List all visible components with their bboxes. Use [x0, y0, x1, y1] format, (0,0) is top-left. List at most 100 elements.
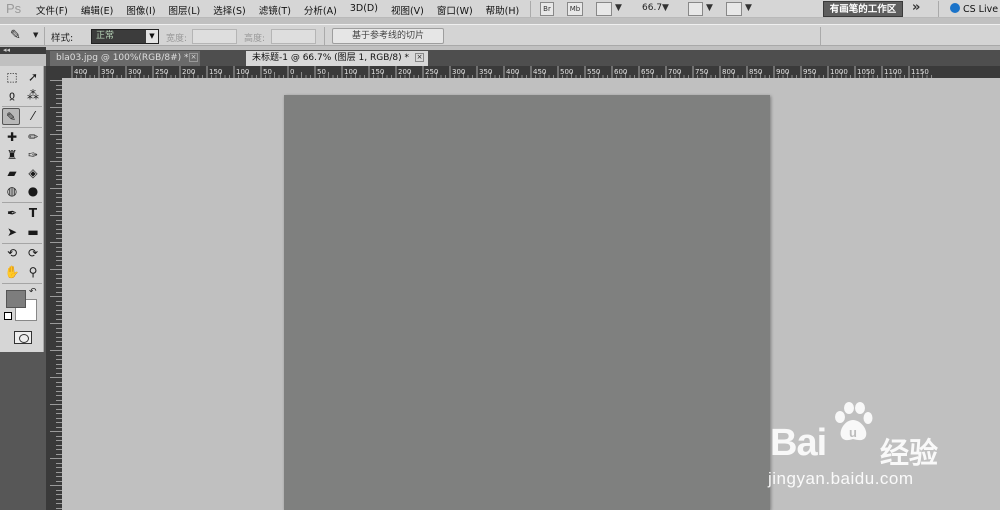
- menu-edit[interactable]: 编辑(E): [81, 3, 113, 17]
- menu-filter[interactable]: 滤镜(T): [259, 3, 291, 17]
- document-canvas[interactable]: [284, 95, 770, 510]
- bridge-button[interactable]: Br: [540, 2, 554, 16]
- menu-layer[interactable]: 图层(L): [169, 3, 201, 17]
- watermark-url: jingyan.baidu.com: [768, 469, 914, 488]
- tool-separator: [2, 202, 42, 203]
- chevron-down-icon[interactable]: ▼: [662, 3, 669, 13]
- brush-tool-icon[interactable]: ✏: [24, 129, 42, 146]
- ruler-label: 100: [344, 68, 357, 76]
- screen-mode-button[interactable]: [726, 2, 742, 16]
- ruler-minor-tick: [50, 107, 62, 108]
- toolbox-collapse-button[interactable]: ◂◂: [0, 47, 46, 54]
- history-brush-tool-icon[interactable]: ✑: [24, 147, 42, 164]
- ruler-minor-tick: [50, 458, 62, 459]
- tool-preset-caret-icon[interactable]: ▼: [33, 31, 38, 39]
- foreground-color-swatch[interactable]: [6, 290, 26, 308]
- ruler-minor-tick: [50, 377, 62, 378]
- magic-wand-tool-icon[interactable]: ⁂: [24, 87, 42, 104]
- workspace-button[interactable]: 有画笔的工作区: [823, 1, 903, 17]
- slice-tool-icon[interactable]: ✎: [2, 108, 20, 125]
- mini-bridge-button[interactable]: Mb: [567, 2, 583, 16]
- ruler-minor-tick: [50, 134, 62, 135]
- menu-image[interactable]: 图像(I): [126, 3, 155, 17]
- move-tool-icon[interactable]: ➚: [24, 69, 42, 86]
- type-tool-icon[interactable]: T: [24, 205, 42, 222]
- healing-brush-tool-icon[interactable]: ✚: [3, 129, 21, 146]
- tool-separator: [2, 106, 42, 107]
- tab-document-bla03[interactable]: bla03.jpg @ 100%(RGB/8#) *: [50, 51, 200, 66]
- menu-view[interactable]: 视图(V): [391, 3, 424, 17]
- cs-live-button[interactable]: CS Live: [950, 3, 998, 15]
- view-extras-button[interactable]: [596, 2, 612, 16]
- default-colors-icon[interactable]: [4, 312, 12, 320]
- height-label: 高度:: [244, 34, 266, 44]
- ruler-minor-tick: [50, 323, 62, 324]
- options-separator: [324, 27, 325, 45]
- photoshop-logo: Ps: [6, 1, 22, 16]
- menu-window[interactable]: 窗口(W): [437, 3, 473, 17]
- tool-separator: [2, 127, 42, 128]
- slices-from-guides-button[interactable]: 基于参考线的切片: [332, 28, 444, 44]
- chevron-down-icon[interactable]: ▼: [706, 3, 713, 13]
- menu-separator: [938, 1, 939, 17]
- ruler-label: 800: [722, 68, 735, 76]
- options-separator: [44, 27, 45, 45]
- close-icon[interactable]: ×: [415, 53, 424, 62]
- ruler-minor-tick: [50, 161, 62, 162]
- ruler-label: 950: [803, 68, 816, 76]
- path-selection-tool-icon[interactable]: ➤: [3, 224, 21, 241]
- zoom-tool-icon[interactable]: ⚲: [24, 264, 42, 281]
- ruler-label: 850: [749, 68, 762, 76]
- ruler-label: 300: [128, 68, 141, 76]
- menu-file[interactable]: 文件(F): [36, 3, 68, 17]
- swap-colors-icon[interactable]: ↶: [29, 287, 37, 297]
- ruler-minor-tick: [50, 296, 62, 297]
- toolbox-panel: ⬚ ➚ ჲ ⁂ ✎ ⁄ ✚ ✏ ♜ ✑ ▰ ◈ ◍ ● ✒ T ➤ ▬ ⟲ ⟳ …: [0, 66, 46, 510]
- zoom-level[interactable]: 66.7: [642, 3, 662, 13]
- chevron-down-icon[interactable]: ▼: [615, 3, 622, 13]
- arrange-documents-button[interactable]: [688, 2, 703, 16]
- close-icon[interactable]: ×: [189, 53, 198, 62]
- style-select[interactable]: 正常 ▼: [91, 29, 159, 44]
- eyedropper-tool-icon[interactable]: ⁄: [24, 108, 42, 125]
- overflow-chevron-icon[interactable]: »: [912, 0, 920, 15]
- cs-live-label: CS Live: [963, 4, 999, 15]
- 3d-orbit-tool-icon[interactable]: ⟳: [24, 245, 42, 262]
- clone-stamp-tool-icon[interactable]: ♜: [3, 147, 21, 164]
- ruler-minor-tick: [50, 215, 62, 216]
- ruler-label: 0: [290, 68, 294, 76]
- menu-3d[interactable]: 3D(D): [350, 3, 378, 17]
- menu-analysis[interactable]: 分析(A): [304, 3, 337, 17]
- tools: ⬚ ➚ ჲ ⁂ ✎ ⁄ ✚ ✏ ♜ ✑ ▰ ◈ ◍ ● ✒ T ➤ ▬ ⟲ ⟳ …: [0, 66, 44, 352]
- style-value: 正常: [96, 31, 115, 41]
- pen-tool-icon[interactable]: ✒: [3, 205, 21, 222]
- tab-document-untitled-1[interactable]: 未标题-1 @ 66.7% (图层 1, RGB/8) *: [246, 51, 428, 66]
- paint-bucket-tool-icon[interactable]: ◈: [24, 165, 42, 182]
- rectangle-tool-icon[interactable]: ▬: [24, 224, 42, 241]
- height-field: [271, 29, 316, 44]
- ruler-label: 900: [776, 68, 789, 76]
- quick-mask-button[interactable]: [14, 331, 32, 344]
- chevron-down-icon[interactable]: ▼: [745, 3, 752, 13]
- ruler-label: 250: [425, 68, 438, 76]
- lasso-tool-icon[interactable]: ჲ: [3, 87, 21, 104]
- vertical-ruler[interactable]: [46, 66, 62, 510]
- tab-label: 未标题-1 @ 66.7% (图层 1, RGB/8) *: [252, 53, 409, 63]
- eraser-tool-icon[interactable]: ▰: [3, 165, 21, 182]
- canvas-area[interactable]: [62, 78, 1000, 510]
- hand-tool-icon[interactable]: ✋: [3, 264, 21, 281]
- options-separator: [820, 27, 821, 45]
- ruler-label: 150: [209, 68, 222, 76]
- options-bar: ✎ ▼ 样式: 正常 ▼ 宽度: 高度: 基于参考线的切片: [0, 24, 1000, 46]
- slice-tool-icon[interactable]: ✎: [10, 28, 21, 43]
- horizontal-ruler[interactable]: 400 350 300 250 200 150 100 50 0 50 100 150 200 250 30…: [62, 66, 1000, 78]
- 3d-rotate-tool-icon[interactable]: ⟲: [3, 245, 21, 262]
- menu-help[interactable]: 帮助(H): [486, 3, 520, 17]
- ruler-label: 1000: [830, 68, 848, 76]
- menu-select[interactable]: 选择(S): [213, 3, 245, 17]
- dodge-tool-icon[interactable]: ●: [24, 183, 42, 200]
- rect-marquee-tool-icon[interactable]: ⬚: [3, 69, 21, 86]
- ruler-label: 200: [398, 68, 411, 76]
- ruler-label: 1050: [857, 68, 875, 76]
- blur-tool-icon[interactable]: ◍: [3, 183, 21, 200]
